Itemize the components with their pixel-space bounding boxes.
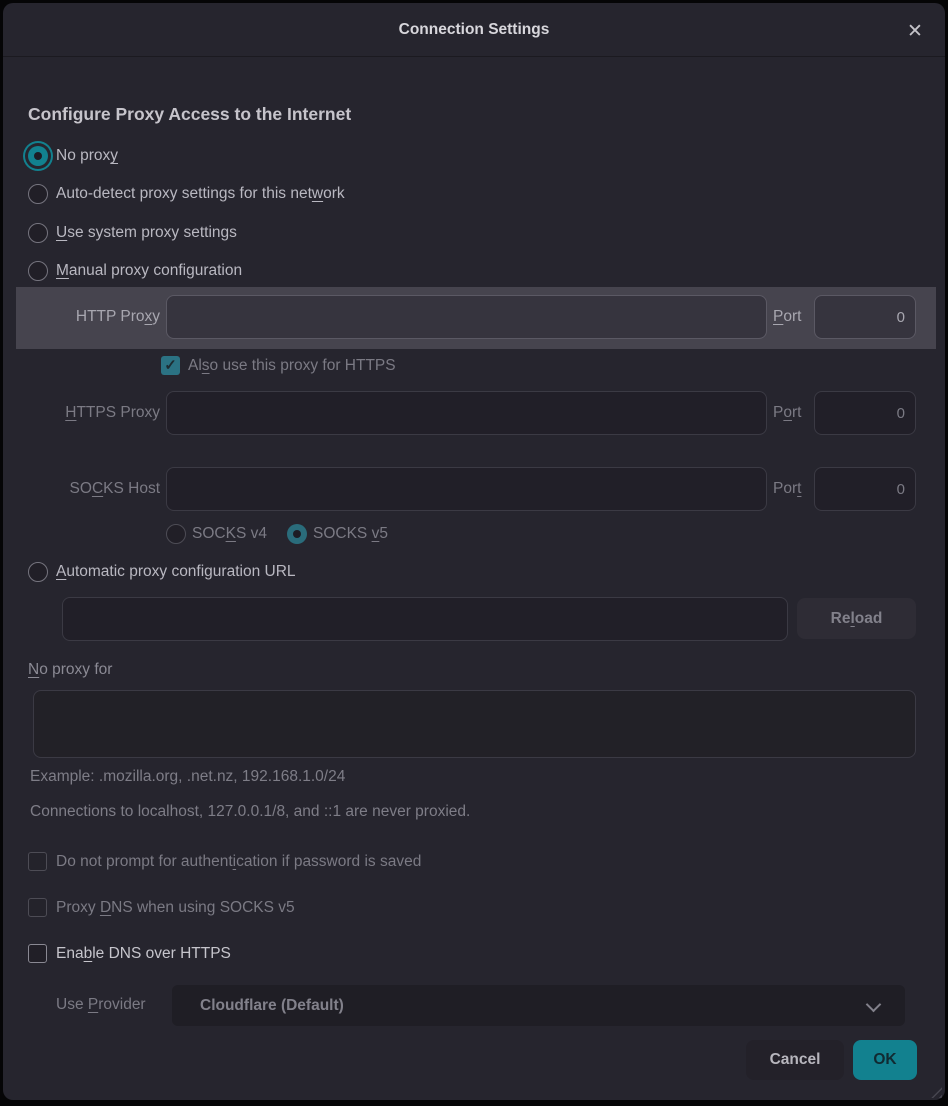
https-proxy-input[interactable] (166, 391, 767, 435)
http-proxy-input[interactable] (166, 295, 767, 339)
socks-port-label: Port (773, 480, 801, 498)
cancel-button[interactable]: Cancel (746, 1040, 844, 1080)
radio-socks-v4-label[interactable]: SOCKS v4 (192, 525, 267, 543)
enable-doh-checkbox[interactable] (28, 944, 47, 963)
proxy-dns-socks5-checkbox[interactable] (28, 898, 47, 917)
close-icon[interactable]: ✕ (901, 18, 929, 46)
connection-settings-dialog (3, 3, 945, 1100)
chevron-down-icon (868, 999, 879, 1010)
no-auth-prompt-checkbox[interactable] (28, 852, 47, 871)
dialog-title: Connection Settings (3, 3, 945, 57)
radio-auto-detect[interactable] (28, 184, 48, 204)
socks-host-input[interactable] (166, 467, 767, 511)
doh-provider-select[interactable]: Cloudflare (Default) (172, 985, 905, 1026)
socks-port-input[interactable] (814, 467, 916, 511)
socks-host-label: SOCKS Host (28, 480, 160, 498)
dialog-titlebar: Connection Settings ✕ (3, 3, 945, 57)
autoconfig-url-input[interactable] (62, 597, 788, 641)
reload-button[interactable]: Reload (797, 598, 916, 639)
proxy-dns-socks5-label[interactable]: Proxy DNS when using SOCKS v5 (56, 899, 295, 917)
page-title: Configure Proxy Access to the Internet (28, 104, 351, 125)
radio-no-proxy-label[interactable]: No proxy (56, 147, 118, 165)
use-provider-label: Use Provider (56, 996, 146, 1014)
https-port-input[interactable] (814, 391, 916, 435)
radio-socks-v5-label[interactable]: SOCKS v5 (313, 525, 388, 543)
http-port-label: Port (773, 308, 801, 326)
radio-autoconfig-url[interactable] (28, 562, 48, 582)
no-auth-prompt-label[interactable]: Do not prompt for authentication if pass… (56, 853, 421, 871)
https-proxy-label: HTTPS Proxy (28, 404, 160, 422)
no-proxy-example-hint: Example: .mozilla.org, .net.nz, 192.168.… (30, 768, 345, 786)
also-https-label[interactable]: Also use this proxy for HTTPS (188, 357, 396, 375)
radio-socks-v4[interactable] (166, 524, 186, 544)
no-proxy-for-textarea[interactable] (33, 690, 916, 758)
radio-no-proxy[interactable] (28, 146, 48, 166)
radio-manual-proxy[interactable] (28, 261, 48, 281)
http-port-input[interactable] (814, 295, 916, 339)
ok-button[interactable]: OK (853, 1040, 917, 1080)
connection-settings-screen: Connection Settings ✕ Configure Proxy Ac… (0, 0, 948, 1106)
radio-manual-proxy-label[interactable]: Manual proxy configuration (56, 262, 242, 280)
also-https-checkbox[interactable]: ✓ (161, 356, 180, 375)
radio-socks-v5[interactable] (287, 524, 307, 544)
no-proxy-for-label: No proxy for (28, 661, 112, 679)
doh-provider-value: Cloudflare (Default) (200, 985, 344, 1026)
radio-auto-detect-label[interactable]: Auto-detect proxy settings for this netw… (56, 185, 345, 203)
localhost-never-proxied-hint: Connections to localhost, 127.0.0.1/8, a… (30, 803, 470, 821)
radio-system-proxy[interactable] (28, 223, 48, 243)
checkmark-icon: ✓ (164, 357, 177, 374)
http-proxy-label: HTTP Proxy (28, 308, 160, 326)
https-port-label: Port (773, 404, 801, 422)
enable-doh-label[interactable]: Enable DNS over HTTPS (56, 945, 231, 963)
radio-system-proxy-label[interactable]: Use system proxy settings (56, 224, 237, 242)
radio-autoconfig-url-label[interactable]: Automatic proxy configuration URL (56, 563, 296, 581)
